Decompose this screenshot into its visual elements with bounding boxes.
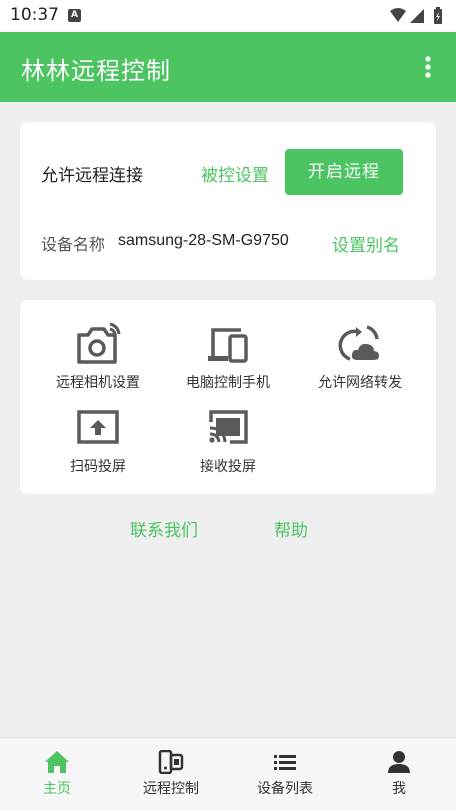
allow-remote-label: 允许远程连接 <box>41 166 143 186</box>
device-name-value: samsung-28-SM-G9750 <box>118 232 289 249</box>
bottom-tab-bar: 主页 远程控制 设备列表 我 <box>0 737 456 810</box>
feature-pc-control-phone[interactable]: 电脑控制手机 <box>158 322 298 392</box>
help-link[interactable]: 帮助 <box>274 516 308 541</box>
person-icon <box>388 751 410 773</box>
feature-network-forward[interactable]: 允许网络转发 <box>290 322 430 392</box>
tab-home[interactable]: 主页 <box>0 738 114 810</box>
tab-remote-control[interactable]: 远程控制 <box>114 738 228 810</box>
feature-label: 允许网络转发 <box>318 375 402 391</box>
camera-icon <box>77 322 121 364</box>
feature-receive-cast[interactable]: 接收投屏 <box>158 408 298 476</box>
tab-me[interactable]: 我 <box>342 738 456 810</box>
battery-icon <box>434 7 442 24</box>
feature-grid-card: 远程相机设置 电脑控制手机 允许网络转发 扫码投屏 接收投屏 <box>20 300 436 494</box>
app-title: 林林远程控制 <box>21 57 171 85</box>
feature-label: 接收投屏 <box>200 459 256 475</box>
app-bar: 林林远程控制 <box>0 32 456 102</box>
feature-label: 扫码投屏 <box>70 459 126 475</box>
feature-scan-cast[interactable]: 扫码投屏 <box>28 408 168 476</box>
tab-device-list[interactable]: 设备列表 <box>228 738 342 810</box>
tab-label: 主页 <box>43 781 71 797</box>
start-remote-button[interactable]: 开启远程 <box>285 149 403 195</box>
contact-us-link[interactable]: 联系我们 <box>130 516 198 541</box>
cast-icon <box>209 410 248 444</box>
tab-label: 设备列表 <box>257 781 313 797</box>
cloud-sync-icon <box>338 325 379 361</box>
more-vert-icon[interactable] <box>418 52 438 82</box>
notification-icon: A <box>68 9 81 22</box>
feature-remote-camera[interactable]: 远程相机设置 <box>28 322 168 392</box>
devices-icon <box>208 328 248 363</box>
list-icon <box>274 755 296 770</box>
controlled-settings-link[interactable]: 被控设置 <box>201 161 269 186</box>
upload-screen-icon <box>77 410 119 444</box>
remote-connection-card: 允许远程连接 被控设置 开启远程 设备名称 samsung-28-SM-G975… <box>20 122 436 280</box>
feature-label: 远程相机设置 <box>56 375 140 391</box>
signal-icon <box>410 9 424 23</box>
tab-label: 我 <box>392 781 406 797</box>
device-name-label: 设备名称 <box>41 235 106 254</box>
status-icons <box>390 7 442 24</box>
status-time: 10:37 <box>10 5 59 25</box>
remote-control-icon <box>158 750 184 774</box>
tab-label: 远程控制 <box>143 781 199 797</box>
status-bar: 10:37 A <box>0 0 456 32</box>
feature-label: 电脑控制手机 <box>186 375 270 391</box>
home-icon <box>45 751 69 773</box>
set-alias-link[interactable]: 设置别名 <box>332 231 400 256</box>
wifi-icon <box>390 8 406 22</box>
